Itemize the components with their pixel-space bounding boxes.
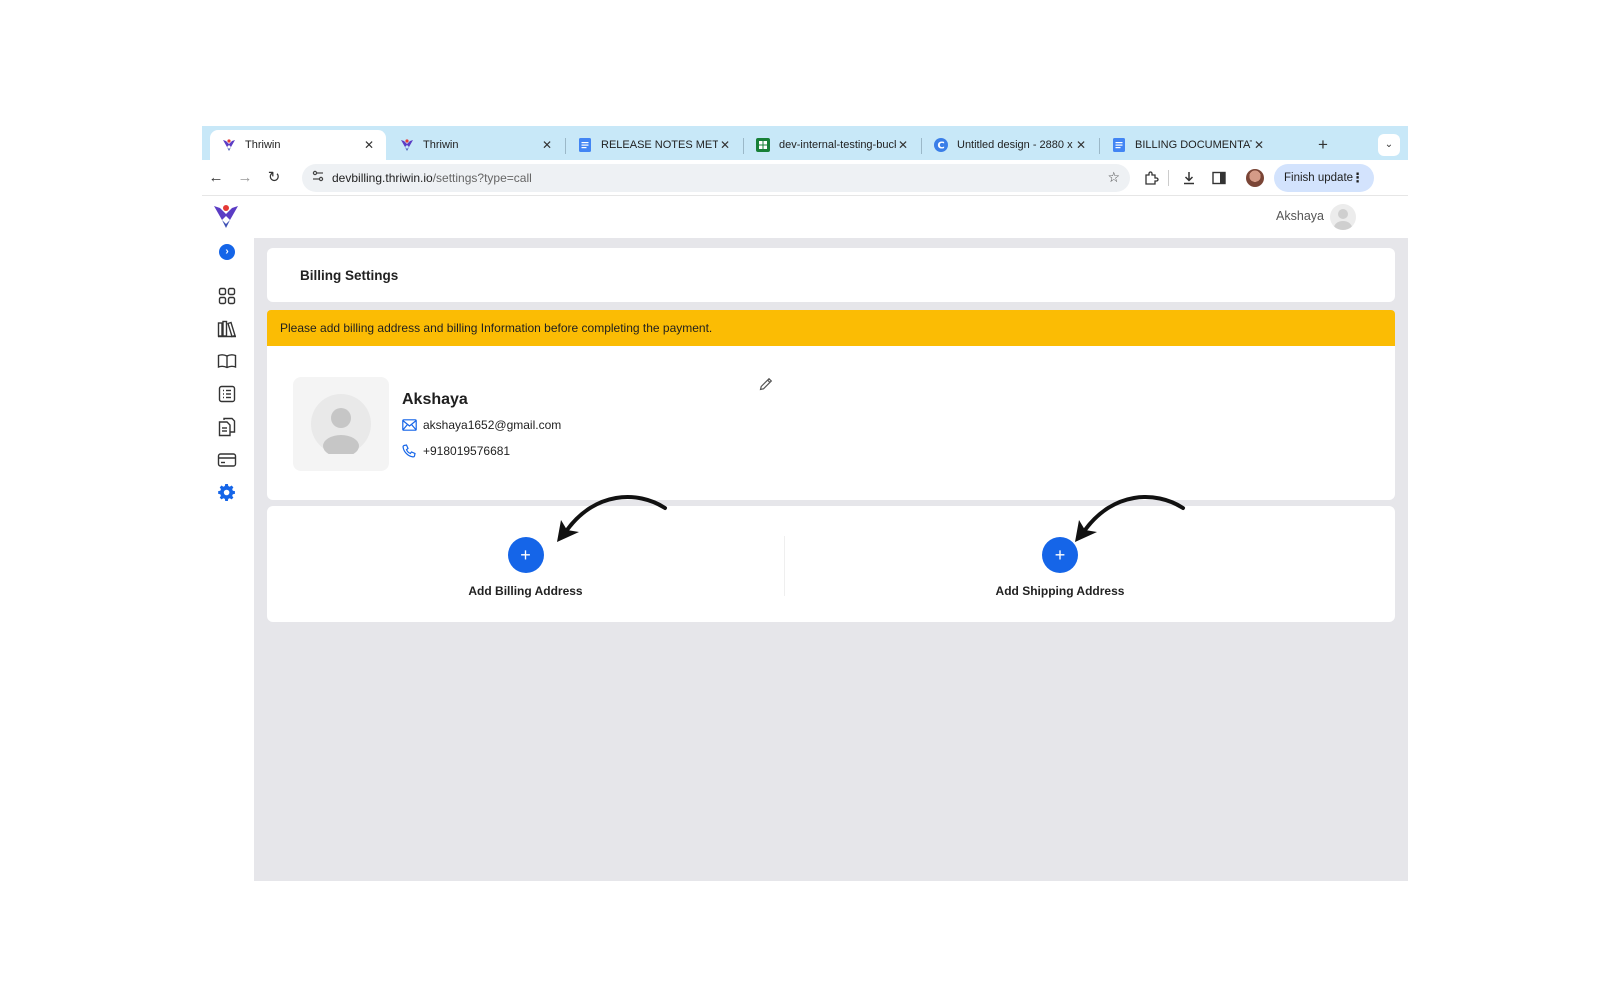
address-bar[interactable]: devbilling.thriwin.io/settings?type=call… xyxy=(302,164,1130,192)
finish-update-button[interactable]: Finish update ⋮ xyxy=(1274,164,1374,192)
tab-title: dev-internal-testing-buck xyxy=(779,139,896,151)
tab-thriwin[interactable]: Thriwin ✕ xyxy=(388,130,564,160)
profile-photo-placeholder xyxy=(293,377,389,471)
site-info-tune-icon[interactable] xyxy=(310,170,326,186)
sidebar-expand-chevron-icon[interactable]: › xyxy=(219,244,235,260)
google-docs-icon xyxy=(578,138,592,152)
dashboard-grid-icon[interactable] xyxy=(216,285,238,307)
mail-icon xyxy=(402,419,418,431)
page-title: Billing Settings xyxy=(300,268,399,283)
add-shipping-address-label[interactable]: Add Shipping Address xyxy=(996,584,1125,598)
toolbar-divider xyxy=(1168,170,1169,186)
annotation-arrow-billing xyxy=(557,495,667,542)
extensions-puzzle-icon[interactable] xyxy=(1142,169,1160,187)
tab-close-icon[interactable]: ✕ xyxy=(1074,138,1088,152)
profile-email: akshaya1652@gmail.com xyxy=(423,418,562,432)
side-panel-icon[interactable] xyxy=(1210,169,1228,187)
thriwin-logo-icon xyxy=(222,138,236,152)
back-arrow-icon[interactable]: ← xyxy=(206,168,226,188)
url-path: /settings?type=call xyxy=(432,171,532,185)
profile-phone: +918019576681 xyxy=(423,444,511,458)
reload-icon[interactable]: ↻ xyxy=(264,168,284,188)
sidebar: › xyxy=(202,196,254,881)
billing-address-column: + Add Billing Address xyxy=(267,506,784,622)
google-sheets-icon xyxy=(756,138,770,152)
browser-window: Thriwin ✕ Thriwin ✕ RELEASE NOTES METER … xyxy=(202,126,1408,881)
canva-icon: C xyxy=(934,138,948,152)
url-host: devbilling.thriwin.io xyxy=(332,171,433,185)
profile-name: Akshaya xyxy=(402,391,468,408)
tab-title: BILLING DOCUMENTATIO xyxy=(1135,139,1252,151)
tab-untitled-design[interactable]: C Untitled design - 2880 x ✕ xyxy=(922,130,1098,160)
annotation-arrow-shipping xyxy=(1075,495,1185,542)
thriwin-logo-icon xyxy=(400,138,414,152)
add-billing-address-label[interactable]: Add Billing Address xyxy=(468,584,582,598)
tab-title: RELEASE NOTES METER - xyxy=(601,139,718,151)
app-header: Akshaya xyxy=(254,196,1408,238)
billing-warning-banner: Please add billing address and billing I… xyxy=(267,310,1395,346)
svg-text:C: C xyxy=(937,141,944,152)
address-card: + Add Billing Address + Add Shipping Add… xyxy=(267,495,1395,622)
tab-close-icon[interactable]: ✕ xyxy=(718,138,732,152)
thriwin-logo-icon[interactable] xyxy=(212,202,240,230)
tab-strip: Thriwin ✕ Thriwin ✕ RELEASE NOTES METER … xyxy=(202,126,1408,160)
book-icon[interactable] xyxy=(216,350,238,372)
thriwin-app: › Akshaya Billing Settings Please add bi… xyxy=(202,196,1408,881)
new-tab-plus-icon[interactable]: + xyxy=(1312,134,1334,156)
url-text: devbilling.thriwin.io/settings?type=call xyxy=(332,164,532,192)
profile-phone-row: +918019576681 xyxy=(402,442,510,460)
browser-profile-avatar[interactable] xyxy=(1246,169,1264,187)
forward-arrow-icon[interactable]: → xyxy=(235,168,255,188)
bookmark-star-icon[interactable]: ☆ xyxy=(1107,169,1120,186)
download-icon[interactable] xyxy=(1180,169,1198,187)
tab-title: Thriwin xyxy=(245,139,281,151)
tab-billing-documentation[interactable]: BILLING DOCUMENTATIO ✕ xyxy=(1100,130,1276,160)
documents-icon[interactable] xyxy=(216,416,238,438)
profile-email-row: akshaya1652@gmail.com xyxy=(402,416,561,434)
credit-card-icon[interactable] xyxy=(216,449,238,471)
list-icon[interactable] xyxy=(216,383,238,405)
tab-close-icon[interactable]: ✕ xyxy=(540,138,554,152)
tab-close-icon[interactable]: ✕ xyxy=(362,138,376,152)
profile-card: Akshaya akshaya1652@gmail.com +918019576… xyxy=(267,346,1395,500)
main-content: Billing Settings Please add billing addr… xyxy=(254,238,1408,881)
finish-update-label: Finish update xyxy=(1284,172,1354,184)
browser-toolbar: ← → ↻ devbilling.thriwin.io/settings?typ… xyxy=(202,160,1408,196)
browser-menu-dots-icon[interactable]: ⋮ xyxy=(1351,164,1364,192)
user-avatar[interactable] xyxy=(1330,204,1356,230)
tab-release-notes[interactable]: RELEASE NOTES METER - ✕ xyxy=(566,130,742,160)
tab-thriwin-active[interactable]: Thriwin ✕ xyxy=(210,130,386,160)
tab-search-chevron-icon[interactable]: ⌄ xyxy=(1378,134,1400,156)
settings-gear-icon[interactable] xyxy=(216,481,238,503)
page-title-card: Billing Settings xyxy=(267,248,1395,302)
library-icon[interactable] xyxy=(216,318,238,340)
edit-pencil-icon[interactable] xyxy=(758,376,774,392)
tab-title: Untitled design - 2880 x xyxy=(957,139,1073,151)
tab-close-icon[interactable]: ✕ xyxy=(1252,138,1266,152)
tab-dev-internal-testing[interactable]: dev-internal-testing-buck ✕ xyxy=(744,130,920,160)
phone-icon xyxy=(402,444,418,458)
google-docs-icon xyxy=(1112,138,1126,152)
header-user-name[interactable]: Akshaya xyxy=(1276,209,1324,223)
tab-close-icon[interactable]: ✕ xyxy=(896,138,910,152)
tab-title: Thriwin xyxy=(423,139,459,151)
